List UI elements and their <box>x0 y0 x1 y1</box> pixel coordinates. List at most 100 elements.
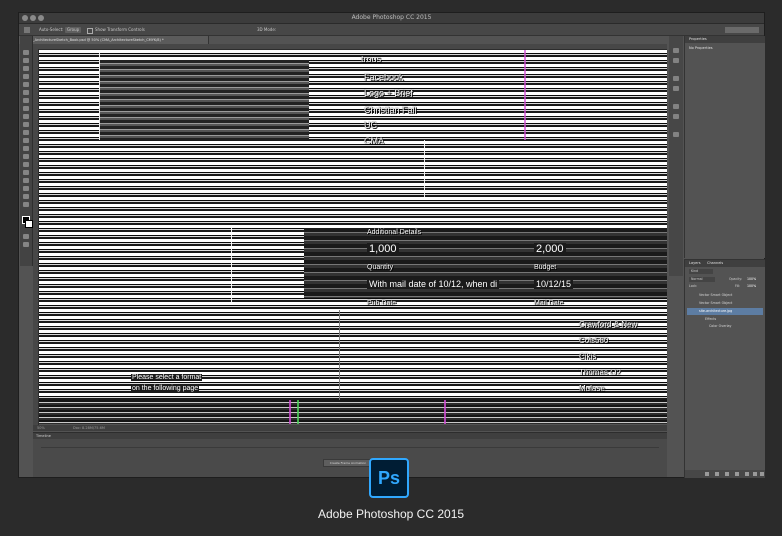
healing-brush-icon[interactable] <box>23 98 29 103</box>
green-glitch-line <box>297 400 299 424</box>
shape-icon[interactable] <box>23 186 29 191</box>
layer-row[interactable]: Vector Smart Object <box>687 292 763 299</box>
workspace-switcher[interactable] <box>725 26 759 33</box>
format-prompt-line-1: Please select a format <box>131 374 203 381</box>
layer-name: Effects <box>705 317 717 321</box>
link-layers-icon[interactable] <box>705 472 709 476</box>
layers-footer <box>685 470 765 478</box>
auto-select-dropdown[interactable]: Group <box>65 26 82 33</box>
quick-select-icon[interactable] <box>23 74 29 79</box>
stripe-divider <box>424 140 425 200</box>
character-icon[interactable] <box>673 104 679 109</box>
brush-icon[interactable] <box>23 106 29 111</box>
quantity-value: 1,000 <box>367 243 399 255</box>
quantity-label: Quantity <box>367 264 394 271</box>
type-icon[interactable] <box>23 170 29 175</box>
timeline-title: Timeline <box>33 433 667 439</box>
timeline-panel: Timeline Create Frame Animation <box>33 432 667 477</box>
lasso-icon[interactable] <box>23 66 29 71</box>
magenta-glitch-line <box>524 50 526 140</box>
blur-icon[interactable] <box>23 146 29 151</box>
paragraph-icon[interactable] <box>673 86 679 91</box>
layers-tabbar: Layers Channels <box>685 260 765 267</box>
document-canvas[interactable]: trous Facebook Logo + Brief Christian Fa… <box>39 50 667 424</box>
move-tool-icon[interactable] <box>24 26 30 33</box>
dodge-icon[interactable] <box>23 154 29 159</box>
history-brush-icon[interactable] <box>23 122 29 127</box>
details-heading: Additional Details <box>367 229 422 236</box>
path-select-icon[interactable] <box>23 178 29 183</box>
fx-icon[interactable] <box>715 472 719 476</box>
pub-date-label: Pub Date <box>367 300 397 307</box>
adjustments-icon[interactable] <box>673 76 679 81</box>
transform-controls-label[interactable]: Show Transform Controls <box>95 24 145 35</box>
create-frame-animation-button[interactable]: Create Frame Animation <box>323 459 373 467</box>
screen-mode-icon[interactable] <box>23 242 29 247</box>
list-text: UC <box>364 120 377 130</box>
layer-row[interactable]: Vector Smart Object <box>687 300 763 307</box>
document-tab[interactable]: CMA_ArchitectureSketch_Book.psd @ 50% (C… <box>19 36 209 44</box>
opacity-label: Opacity: <box>729 277 743 281</box>
filter-kind-dropdown[interactable]: Kind <box>689 269 713 274</box>
app-caption: Adobe Photoshop CC 2015 <box>317 507 465 521</box>
eyedropper-icon[interactable] <box>23 90 29 95</box>
clone-stamp-icon[interactable] <box>23 114 29 119</box>
new-layer-icon[interactable] <box>753 472 757 476</box>
quick-mask-icon[interactable] <box>23 234 29 239</box>
swatches-icon[interactable] <box>673 114 679 119</box>
mail-date-value: 10/12/15 <box>534 279 574 289</box>
photoshop-window: Adobe Photoshop CC 2015 Auto-Select: Gro… <box>18 12 765 478</box>
background-color-swatch[interactable] <box>25 220 33 228</box>
crop-icon[interactable] <box>23 82 29 87</box>
fill-value[interactable]: 100% <box>747 284 756 289</box>
blend-mode-dropdown[interactable]: Normal <box>689 277 715 282</box>
window-title: Adobe Photoshop CC 2015 <box>351 14 432 21</box>
eraser-icon[interactable] <box>23 130 29 135</box>
magenta-glitch-line <box>289 400 291 424</box>
layer-name: site-architecture.jpg <box>699 309 733 313</box>
layer-effects-row[interactable]: Effects <box>687 316 763 323</box>
opacity-value[interactable]: 100% <box>747 277 756 282</box>
note-text: With mail date of 10/12, when di <box>367 279 500 289</box>
layer-name: Vector Smart Object <box>699 301 733 305</box>
stripe-divider <box>99 50 100 140</box>
new-group-icon[interactable] <box>745 472 749 476</box>
layer-row-selected[interactable]: site-architecture.jpg <box>687 308 763 315</box>
pen-icon[interactable] <box>23 162 29 167</box>
marquee-icon[interactable] <box>23 58 29 63</box>
adjustment-layer-icon[interactable] <box>735 472 739 476</box>
title-bar: Adobe Photoshop CC 2015 <box>19 13 764 24</box>
tab-properties[interactable]: Properties <box>689 36 707 43</box>
properties-icon[interactable] <box>673 58 679 63</box>
properties-panel: Properties No Properties <box>684 36 765 258</box>
move-icon[interactable] <box>23 50 29 55</box>
layer-name: Vector Smart Object <box>699 293 733 297</box>
zoom-icon[interactable] <box>23 202 29 207</box>
mask-icon[interactable] <box>725 472 729 476</box>
tools-panel <box>20 36 33 266</box>
tab-layers[interactable]: Layers <box>689 260 701 267</box>
stripe-divider <box>339 310 340 400</box>
brushes-icon[interactable] <box>673 132 679 137</box>
auto-select-label[interactable]: Auto-Select: <box>39 24 64 35</box>
history-icon[interactable] <box>673 48 679 53</box>
photoshop-logo: Ps <box>369 458 409 498</box>
hand-icon[interactable] <box>23 194 29 199</box>
right-list-text: Mulase <box>579 384 605 393</box>
trash-icon[interactable] <box>760 472 764 476</box>
right-list-text: Crawford & New <box>579 320 638 329</box>
right-list-text: Thomas O2 <box>579 368 621 377</box>
right-list-text: Cols580 <box>579 336 609 345</box>
properties-tabbar: Properties <box>685 36 765 43</box>
layers-panel: Layers Channels Kind Normal Opacity: 100… <box>684 259 765 478</box>
list-text: trous <box>361 54 382 64</box>
fill-label: Fill: <box>735 284 741 288</box>
options-bar: Auto-Select: Group Show Transform Contro… <box>19 24 764 36</box>
status-bar: 50% Doc: 8.28M/75.6M <box>33 425 667 431</box>
glitch-block-top <box>99 60 309 140</box>
layer-effect-row[interactable]: Color Overlay <box>687 323 763 330</box>
gradient-icon[interactable] <box>23 138 29 143</box>
tab-channels[interactable]: Channels <box>707 260 723 267</box>
transform-checkbox[interactable] <box>87 27 93 34</box>
zoom-level[interactable]: 50% <box>37 425 45 431</box>
